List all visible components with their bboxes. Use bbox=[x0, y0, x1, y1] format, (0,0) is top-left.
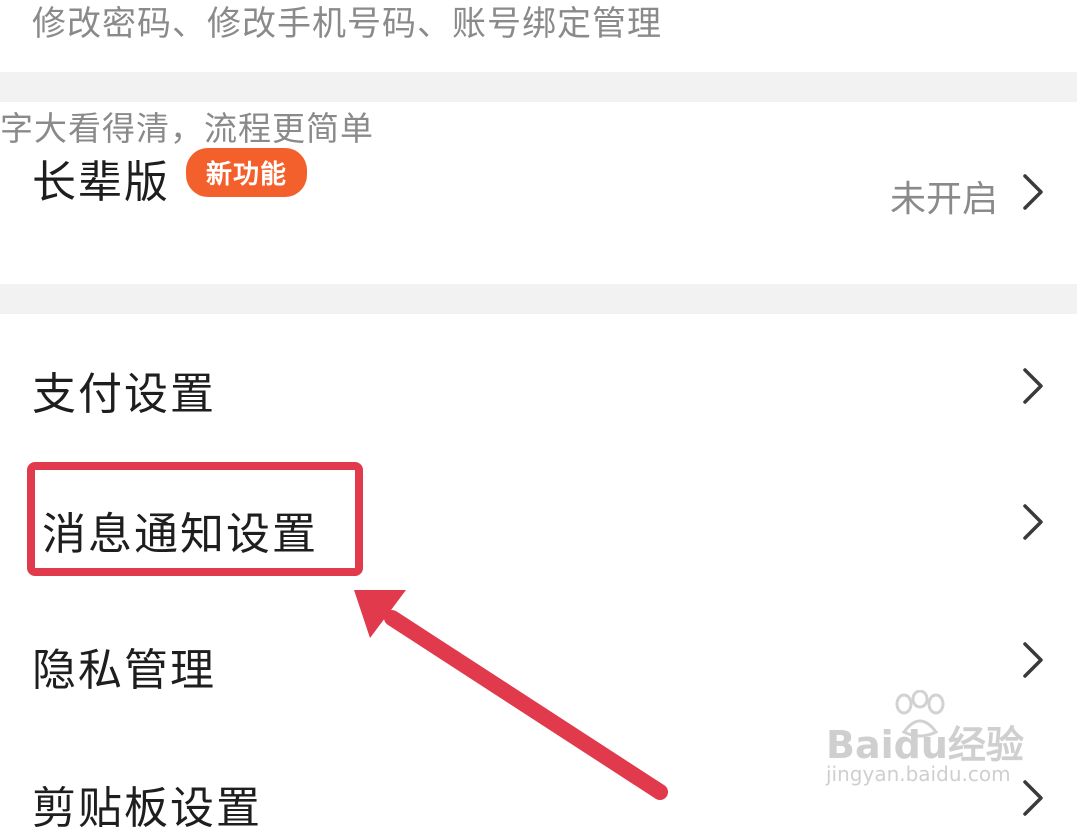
chevron-right-icon bbox=[1013, 640, 1053, 680]
account-security-subtitle: 修改密码、修改手机号码、账号绑定管理 bbox=[32, 4, 662, 44]
clipboard-settings-label: 剪贴板设置 bbox=[32, 783, 262, 834]
pointer-arrow-icon bbox=[354, 590, 668, 800]
highlight-box bbox=[27, 462, 363, 576]
payment-settings-label: 支付设置 bbox=[32, 369, 216, 420]
elder-mode-status: 未开启 bbox=[890, 179, 999, 220]
section-divider bbox=[0, 72, 1077, 102]
section-divider bbox=[0, 284, 1077, 314]
payment-settings-row[interactable]: 支付设置 bbox=[0, 314, 1077, 454]
elder-mode-title: 长辈版 bbox=[32, 157, 170, 208]
chevron-right-icon bbox=[1013, 778, 1053, 818]
elder-mode-subtitle: 字大看得清，流程更简单 bbox=[0, 109, 374, 148]
chevron-right-icon bbox=[1013, 502, 1053, 542]
chevron-right-icon bbox=[1013, 366, 1053, 406]
chevron-right-icon bbox=[1013, 172, 1053, 212]
watermark-url: jingyan.baidu.com bbox=[826, 762, 1011, 786]
privacy-management-label: 隐私管理 bbox=[32, 645, 216, 696]
elder-mode-row[interactable]: 长辈版 新功能 字大看得清，流程更简单 未开启 bbox=[0, 102, 1077, 284]
new-feature-badge: 新功能 bbox=[186, 148, 308, 197]
watermark-brand: Baidu经验 bbox=[826, 723, 1024, 767]
